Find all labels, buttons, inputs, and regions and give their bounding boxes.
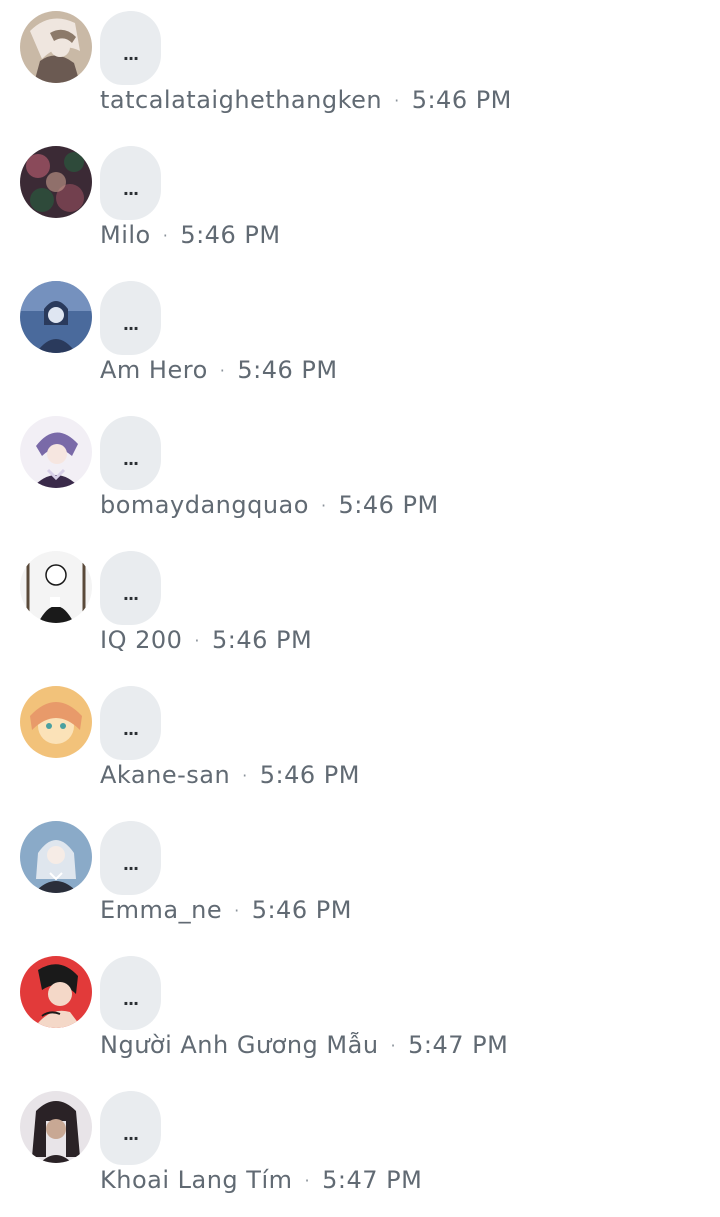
message-meta: Milo · 5:46 PM [100, 218, 281, 252]
anime-avatar-silver-girl-icon [20, 821, 92, 893]
user-avatar[interactable] [20, 416, 92, 488]
meta-separator: · [162, 226, 169, 245]
message-meta: tatcalataighethangken · 5:46 PM [100, 83, 512, 117]
sender-name[interactable]: IQ 200 [100, 626, 182, 654]
sender-name[interactable]: bomaydangquao [100, 491, 309, 519]
user-avatar[interactable] [20, 956, 92, 1028]
chat-message[interactable]: ... tatcalataighethangken · 5:46 PM [0, 0, 720, 135]
chat-message[interactable]: ... Akane-san · 5:46 PM [0, 675, 720, 810]
typing-bubble: ... [100, 146, 161, 220]
user-avatar[interactable] [20, 1091, 92, 1163]
anime-avatar-purple-hair-icon [20, 416, 92, 488]
typing-bubble: ... [100, 11, 161, 85]
typing-bubble: ... [100, 956, 161, 1030]
typing-dots: ... [122, 180, 139, 199]
typing-dots: ... [122, 45, 139, 64]
typing-dots: ... [122, 990, 139, 1009]
message-time: 5:46 PM [338, 491, 439, 519]
user-avatar[interactable] [20, 11, 92, 83]
typing-bubble: ... [100, 551, 161, 625]
chat-message[interactable]: ... Milo · 5:46 PM [0, 135, 720, 270]
message-meta: IQ 200 · 5:46 PM [100, 623, 312, 657]
typing-dots: ... [122, 855, 139, 874]
user-avatar[interactable] [20, 281, 92, 353]
message-meta: Khoai Lang Tím · 5:47 PM [100, 1163, 422, 1197]
typing-bubble: ... [100, 416, 161, 490]
user-avatar[interactable] [20, 686, 92, 758]
chat-message[interactable]: ... Emma_ne · 5:46 PM [0, 810, 720, 945]
anime-avatar-blue-night-icon [20, 281, 92, 353]
typing-dots: ... [122, 1125, 139, 1144]
chat-message[interactable]: ... bomaydangquao · 5:46 PM [0, 405, 720, 540]
message-time: 5:46 PM [180, 221, 281, 249]
typing-bubble: ... [100, 281, 161, 355]
message-time: 5:46 PM [259, 761, 360, 789]
sender-name[interactable]: tatcalataighethangken [100, 86, 382, 114]
anime-avatar-blonde-girl-icon [20, 686, 92, 758]
anime-avatar-sketch-icon [20, 551, 92, 623]
anime-avatar-dark-floral-icon [20, 146, 92, 218]
chat-message[interactable]: ... IQ 200 · 5:46 PM [0, 540, 720, 675]
sender-name[interactable]: Am Hero [100, 356, 208, 384]
meta-separator: · [304, 1171, 311, 1190]
anime-avatar-red-bg-icon [20, 956, 92, 1028]
message-time: 5:47 PM [408, 1031, 509, 1059]
chat-message[interactable]: ... Khoai Lang Tím · 5:47 PM [0, 1080, 720, 1215]
user-avatar[interactable] [20, 551, 92, 623]
sender-name[interactable]: Milo [100, 221, 151, 249]
typing-dots: ... [122, 585, 139, 604]
sender-name[interactable]: Người Anh Gương Mẫu [100, 1031, 379, 1059]
typing-dots: ... [122, 450, 139, 469]
message-time: 5:46 PM [212, 626, 313, 654]
meta-separator: · [390, 1036, 397, 1055]
user-avatar[interactable] [20, 146, 92, 218]
typing-dots: ... [122, 315, 139, 334]
message-time: 5:46 PM [411, 86, 512, 114]
message-time: 5:46 PM [251, 896, 352, 924]
message-time: 5:46 PM [237, 356, 338, 384]
sender-name[interactable]: Emma_ne [100, 896, 222, 924]
meta-separator: · [219, 361, 226, 380]
user-avatar[interactable] [20, 821, 92, 893]
message-time: 5:47 PM [322, 1166, 423, 1194]
typing-bubble: ... [100, 821, 161, 895]
typing-bubble: ... [100, 686, 161, 760]
chat-message[interactable]: ... Người Anh Gương Mẫu · 5:47 PM [0, 945, 720, 1080]
typing-bubble: ... [100, 1091, 161, 1165]
message-meta: Am Hero · 5:46 PM [100, 353, 338, 387]
message-meta: Akane-san · 5:46 PM [100, 758, 360, 792]
anime-avatar-blond-icon [20, 11, 92, 83]
meta-separator: · [320, 496, 327, 515]
message-meta: Người Anh Gương Mẫu · 5:47 PM [100, 1028, 508, 1062]
meta-separator: · [242, 766, 248, 785]
sender-name[interactable]: Akane-san [100, 761, 230, 789]
meta-separator: · [234, 901, 240, 920]
message-meta: Emma_ne · 5:46 PM [100, 893, 352, 927]
typing-dots: ... [122, 720, 139, 739]
sender-name[interactable]: Khoai Lang Tím [100, 1166, 293, 1194]
meta-separator: · [394, 91, 400, 110]
anime-avatar-dark-hair-girl-icon [20, 1091, 92, 1163]
meta-separator: · [194, 631, 200, 650]
message-meta: bomaydangquao · 5:46 PM [100, 488, 439, 522]
chat-message[interactable]: ... Am Hero · 5:46 PM [0, 270, 720, 405]
